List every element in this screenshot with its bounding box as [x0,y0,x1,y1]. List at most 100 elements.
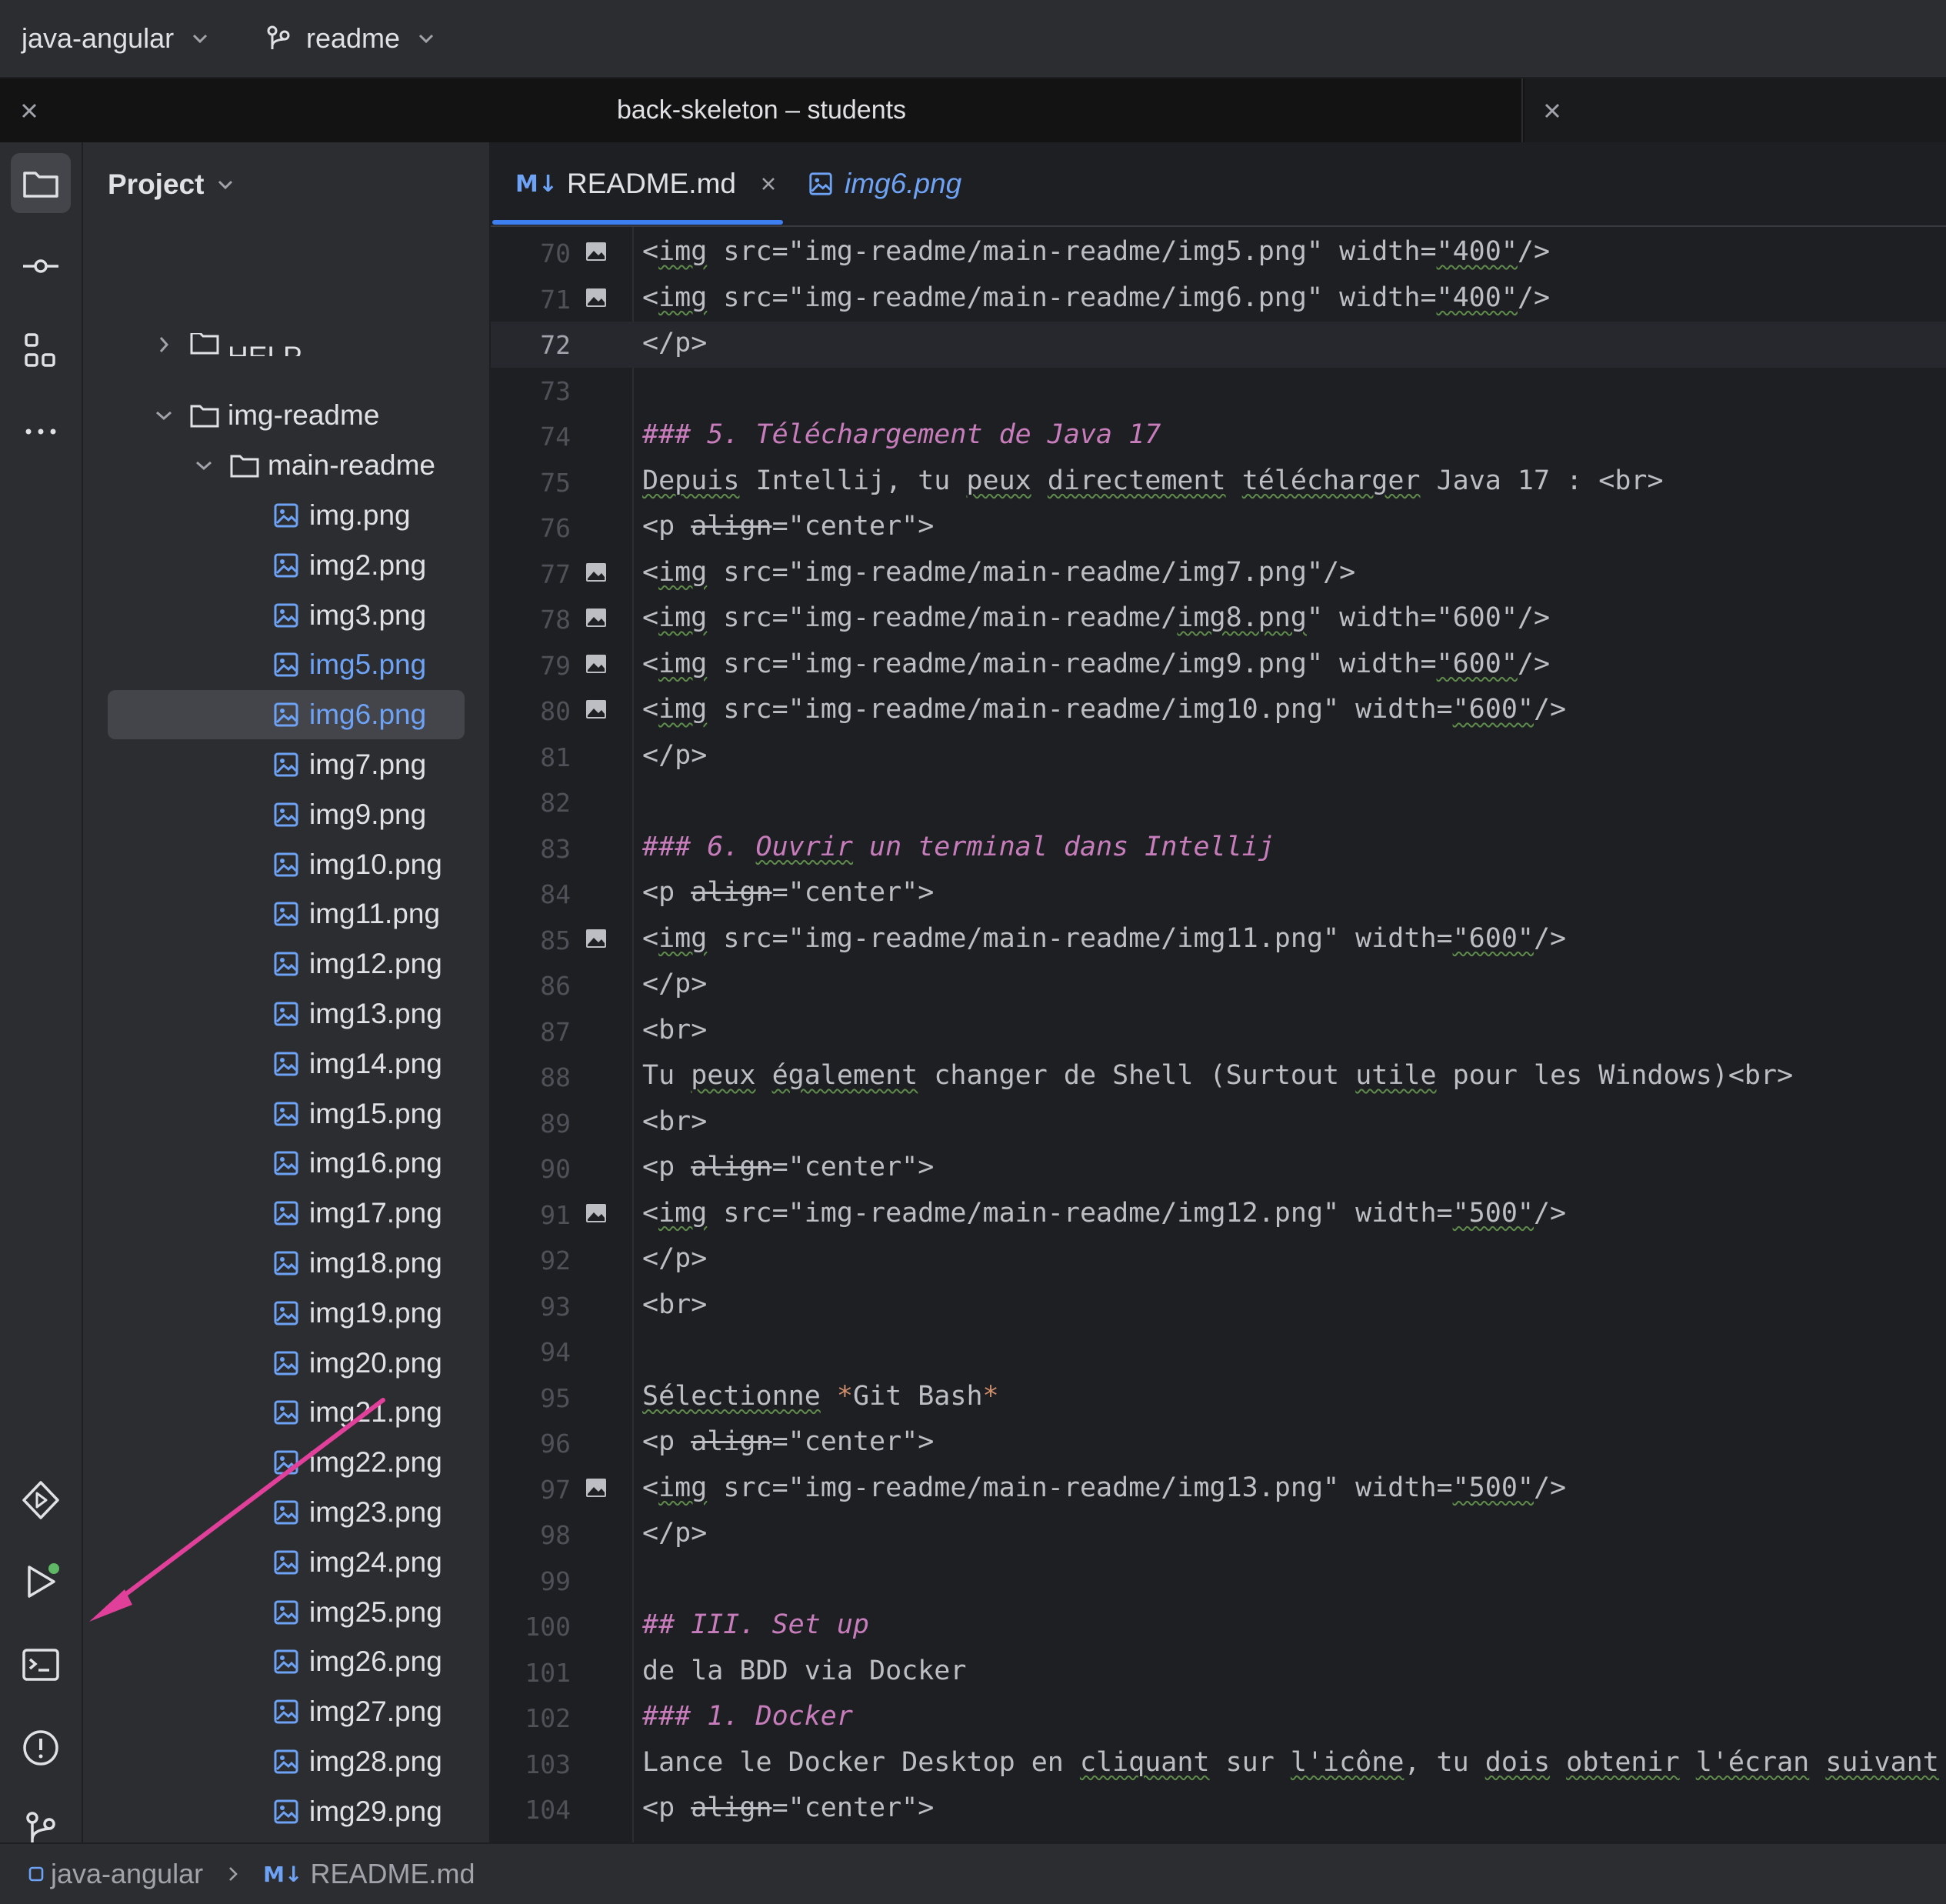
code-line[interactable]: 72 </p> [491,322,1946,368]
tree-file-item[interactable]: img20.png [272,1340,442,1386]
image-preview-icon[interactable] [585,287,608,308]
tree-file-item[interactable]: img.png [272,492,411,539]
code-line[interactable]: 104 <p align="center"> [491,1786,1946,1832]
close-icon[interactable] [1537,95,1568,126]
tree-file-item[interactable]: img14.png [272,1041,442,1087]
tree-file-item[interactable]: img19.png [272,1290,442,1336]
structure-tool-button[interactable] [11,321,71,381]
tree-file-item[interactable]: img10.png [272,842,442,888]
code-line[interactable]: 81 </p> [491,734,1946,780]
close-icon[interactable] [758,173,779,195]
code-line[interactable]: 77 <img src="img-readme/main-readme/img7.… [491,551,1946,597]
more-tools-button[interactable] [11,399,71,459]
code-text: ### 6. Ouvrir un terminal dans Intellij [642,831,1275,862]
code-line[interactable]: 74 ### 5. Téléchargement de Java 17 [491,413,1946,459]
code-line[interactable]: 99 [491,1558,1946,1604]
tree-file-item[interactable]: img11.png [272,891,440,937]
window-tab-secondary[interactable] [1524,78,1946,142]
code-line[interactable]: 88 Tu peux également changer de Shell (Su… [491,1054,1946,1100]
tree-file-item[interactable]: img25.png [272,1589,442,1636]
code-line[interactable]: 75 Depuis Intellij, tu peux directement t… [491,459,1946,505]
tree-file-item[interactable]: img5.png [272,642,426,688]
tab-readme-md[interactable]: M↓ README.md [515,142,779,225]
code-line[interactable]: 89 <br> [491,1100,1946,1146]
code-line[interactable]: 84 <p align="center"> [491,871,1946,917]
image-preview-icon[interactable] [585,699,608,720]
tree-file-item[interactable]: img29.png [272,1789,442,1835]
code-line[interactable]: 100 ## III. Set up [491,1603,1946,1649]
code-line[interactable]: 92 </p> [491,1237,1946,1283]
code-line[interactable]: 87 <br> [491,1009,1946,1055]
commit-tool-button[interactable] [11,236,71,296]
tree-file-item[interactable]: img18.png [272,1240,442,1286]
code-line[interactable]: 82 [491,779,1946,825]
code-line[interactable]: 97 <img src="img-readme/main-readme/img13… [491,1466,1946,1512]
active-tab-indicator [492,220,783,225]
code-line[interactable]: 70 <img src="img-readme/main-readme/img5.… [491,230,1946,276]
tree-file-item[interactable]: img2.png [272,542,426,589]
tree-folder-img-readme[interactable]: img-readme [152,392,379,438]
project-panel-header[interactable]: Project [83,142,489,227]
line-number: 78 [540,605,571,635]
image-preview-icon[interactable] [585,653,608,675]
code-line[interactable]: 80 <img src="img-readme/main-readme/img10… [491,688,1946,734]
code-line[interactable]: 73 [491,368,1946,414]
code-line[interactable]: 90 <p align="center"> [491,1145,1946,1192]
code-line[interactable]: 76 <p align="center"> [491,505,1946,551]
code-line[interactable]: 103 Lance le Docker Desktop en cliquant s… [491,1741,1946,1787]
tree-file-item[interactable]: img17.png [272,1190,442,1236]
image-preview-icon[interactable] [585,562,608,583]
code-line[interactable]: 98 </p> [491,1512,1946,1558]
code-line[interactable]: 86 </p> [491,962,1946,1009]
tree-file-item[interactable]: img3.png [272,592,426,639]
project-switcher[interactable]: java-angular [22,0,211,77]
code-line[interactable]: 85 <img src="img-readme/main-readme/img11… [491,917,1946,963]
code-line[interactable]: 101 de la BDD via Docker [491,1649,1946,1696]
project-tool-button[interactable] [11,153,71,213]
tree-file-item[interactable]: img26.png [272,1639,442,1685]
run-tool-button[interactable] [11,1552,71,1612]
tree-label: img25.png [309,1596,442,1628]
tree-file-item[interactable]: img9.png [272,792,426,838]
tree-label: img-readme [228,399,380,431]
tree-file-item[interactable]: img28.png [272,1739,442,1785]
tree-file-item[interactable]: img13.png [272,991,442,1037]
tree-folder-main-readme[interactable]: main-readme [192,442,435,489]
image-preview-icon[interactable] [585,241,608,262]
code-line[interactable]: 94 [491,1329,1946,1375]
breadcrumb-file[interactable]: README.md [310,1858,475,1890]
branch-switcher[interactable]: readme [265,0,437,77]
terminal-tool-button[interactable] [11,1635,71,1695]
code-line[interactable]: 78 <img src="img-readme/main-readme/img8.… [491,596,1946,642]
tree-file-item[interactable]: img27.png [272,1689,442,1735]
tree-folder-partial[interactable]: HELP [152,333,302,356]
image-preview-icon[interactable] [585,928,608,949]
tree-file-item[interactable]: img12.png [272,941,442,987]
problems-tool-button[interactable] [11,1718,71,1778]
code-line[interactable]: 95 Sélectionne *Git Bash* [491,1375,1946,1421]
code-line[interactable]: 79 <img src="img-readme/main-readme/img9.… [491,642,1946,689]
window-tab-strip: back-skeleton – students [0,78,1946,142]
tree-file-item[interactable]: img21.png [272,1389,442,1436]
tree-file-item[interactable]: img22.png [272,1439,442,1486]
breadcrumb-project[interactable]: java-angular [51,1858,203,1890]
image-preview-icon[interactable] [585,1202,608,1224]
tree-file-item[interactable]: img16.png [272,1140,442,1186]
code-line[interactable]: 93 <br> [491,1283,1946,1329]
code-line[interactable]: 102 ### 1. Docker [491,1695,1946,1741]
code-line[interactable]: 71 <img src="img-readme/main-readme/img6.… [491,276,1946,322]
image-preview-icon[interactable] [585,607,608,629]
tree-file-item[interactable]: img15.png [272,1091,442,1137]
chevron-down-icon [156,411,172,421]
code-line[interactable]: 96 <p align="center"> [491,1420,1946,1466]
code-line[interactable]: 91 <img src="img-readme/main-readme/img12… [491,1192,1946,1238]
code-line[interactable]: 83 ### 6. Ouvrir un terminal dans Intelli… [491,825,1946,872]
tree-file-item[interactable]: img24.png [272,1539,442,1586]
tree-file-item[interactable]: img6.png [108,690,465,740]
tab-img6-png[interactable]: img6.png [808,142,961,225]
tree-file-item[interactable]: img23.png [272,1489,442,1536]
tree-file-item[interactable]: img7.png [272,742,426,788]
services-tool-button[interactable] [11,1470,71,1530]
window-tab-main[interactable]: back-skeleton – students [0,78,1523,142]
image-preview-icon[interactable] [585,1477,608,1499]
